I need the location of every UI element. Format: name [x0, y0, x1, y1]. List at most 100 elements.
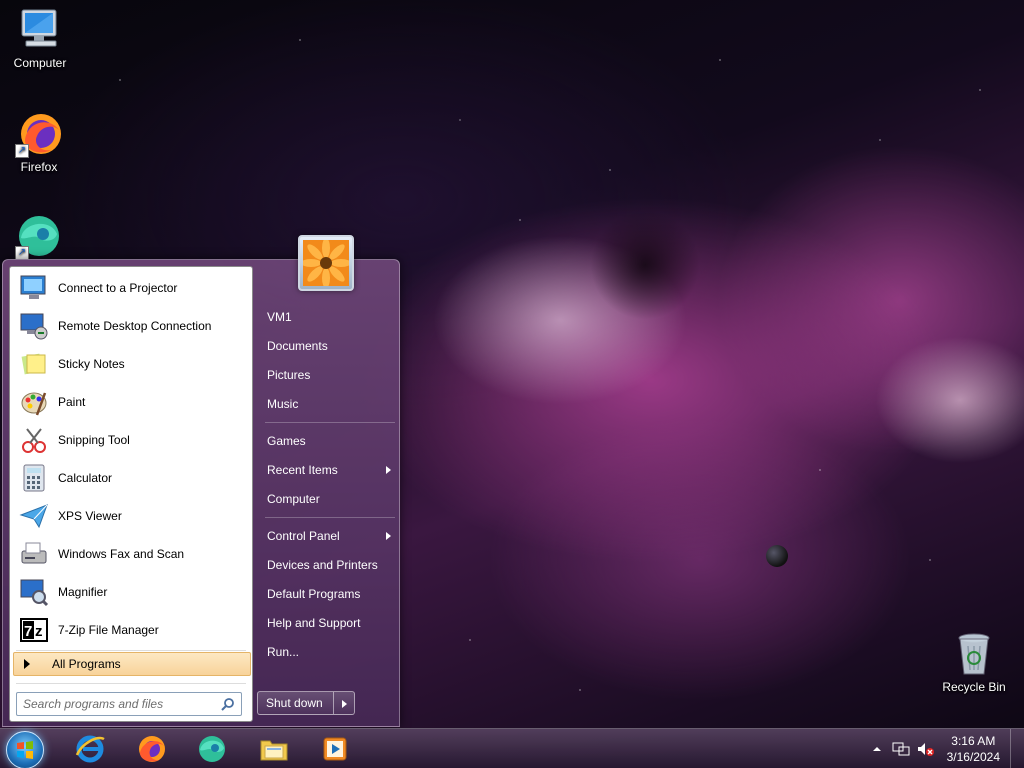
- places-item-label: Run...: [267, 645, 300, 659]
- show-hidden-icons-button[interactable]: [867, 739, 887, 759]
- desktop-icon-firefox[interactable]: ↗ Firefox: [1, 110, 77, 174]
- start-button[interactable]: [6, 731, 44, 768]
- desktop-icon-recycle-bin[interactable]: Recycle Bin: [936, 630, 1012, 694]
- places-item-user[interactable]: VM1: [261, 305, 395, 329]
- system-tray: 3:16 AM 3/16/2024: [867, 729, 1024, 768]
- program-label: Sticky Notes: [58, 357, 125, 371]
- program-magnifier[interactable]: Magnifier: [12, 574, 250, 610]
- places-item-label: Pictures: [267, 368, 311, 382]
- program-label: Paint: [58, 395, 86, 409]
- desktop-icon-label: Firefox: [20, 160, 58, 174]
- taskbar-file-explorer[interactable]: [256, 731, 292, 767]
- program-paint[interactable]: Paint: [12, 384, 250, 420]
- shutdown-options-button[interactable]: [334, 692, 354, 714]
- calculator-icon: [18, 462, 50, 494]
- divider: [265, 517, 395, 518]
- taskbar: 3:16 AM 3/16/2024: [0, 728, 1024, 768]
- program-calculator[interactable]: Calculator: [12, 460, 250, 496]
- program-label: Connect to a Projector: [58, 281, 178, 295]
- paint-icon: [18, 386, 50, 418]
- divider: [16, 683, 246, 684]
- desktop-icon-label: Computer: [13, 56, 67, 70]
- taskbar-media-player[interactable]: [317, 731, 353, 767]
- program-label: Snipping Tool: [58, 433, 130, 447]
- desktop-icon-label: Recycle Bin: [942, 680, 1006, 694]
- places-item-computer[interactable]: Computer: [261, 487, 395, 511]
- program-xps-viewer[interactable]: XPS Viewer: [12, 498, 250, 534]
- shutdown-button[interactable]: Shut down: [258, 692, 334, 714]
- places-item-label: Recent Items: [267, 463, 338, 477]
- program-connect-to-projector[interactable]: Connect to a Projector: [12, 270, 250, 306]
- program-label: XPS Viewer: [58, 509, 122, 523]
- search-input[interactable]: [23, 697, 213, 711]
- volume-muted-icon: [917, 743, 934, 756]
- computer-icon: [16, 6, 64, 54]
- places-item-documents[interactable]: Documents: [261, 334, 395, 358]
- program-remote-desktop[interactable]: Remote Desktop Connection: [12, 308, 250, 344]
- taskbar-firefox[interactable]: [133, 731, 169, 767]
- places-item-help-support[interactable]: Help and Support: [261, 611, 395, 635]
- shutdown-label: Shut down: [266, 696, 323, 710]
- start-search-box[interactable]: [16, 692, 242, 716]
- windows-logo-icon: [17, 741, 33, 759]
- desktop-icon-computer[interactable]: Computer: [2, 6, 78, 70]
- places-item-label: Games: [267, 434, 306, 448]
- desktop-icon-edge[interactable]: ↗: [1, 212, 77, 262]
- volume-tray-button[interactable]: [915, 739, 935, 759]
- 7zip-icon: 7z: [18, 614, 50, 646]
- svg-text:7: 7: [24, 623, 32, 640]
- program-label: Remote Desktop Connection: [58, 319, 212, 333]
- edge-icon: [199, 736, 225, 762]
- media-player-icon: [323, 737, 347, 761]
- program-fax-and-scan[interactable]: Windows Fax and Scan: [12, 536, 250, 572]
- fax-scan-icon: [18, 538, 50, 570]
- firefox-icon: [139, 736, 165, 762]
- svg-text:z: z: [35, 623, 43, 640]
- file-explorer-icon: [260, 740, 288, 761]
- places-item-run[interactable]: Run...: [261, 640, 395, 664]
- program-label: 7-Zip File Manager: [58, 623, 159, 637]
- wallpaper-nebula-dark: [590, 210, 700, 320]
- program-label: Magnifier: [58, 585, 108, 599]
- triangle-right-icon: [24, 659, 30, 669]
- places-item-label: Documents: [267, 339, 328, 353]
- shutdown-button-group: Shut down: [257, 691, 355, 715]
- snipping-tool-icon: [18, 424, 50, 456]
- all-programs-button[interactable]: All Programs: [13, 652, 251, 676]
- program-7zip[interactable]: 7z 7-Zip File Manager: [12, 612, 250, 648]
- places-item-control-panel[interactable]: Control Panel: [261, 524, 395, 548]
- remote-desktop-icon: [18, 310, 50, 342]
- program-label: Windows Fax and Scan: [58, 547, 185, 561]
- places-item-label: VM1: [267, 310, 292, 324]
- taskbar-internet-explorer[interactable]: [72, 731, 108, 767]
- places-item-default-programs[interactable]: Default Programs: [261, 582, 395, 606]
- recycle-bin-icon: [950, 630, 998, 678]
- firefox-icon: ↗: [15, 110, 63, 158]
- edge-icon: ↗: [15, 212, 63, 260]
- start-menu-places-pane: VM1 Documents Pictures Music Games Recen…: [257, 260, 399, 726]
- magnifier-icon: [18, 576, 50, 608]
- places-item-music[interactable]: Music: [261, 392, 395, 416]
- taskbar-clock[interactable]: 3:16 AM 3/16/2024: [947, 733, 1000, 765]
- start-menu-programs-pane: Connect to a Projector Remote Desktop Co…: [9, 266, 253, 722]
- flower-picture-icon: [301, 238, 351, 288]
- places-item-recent-items[interactable]: Recent Items: [261, 458, 395, 482]
- network-tray-button[interactable]: [891, 739, 911, 759]
- places-item-pictures[interactable]: Pictures: [261, 363, 395, 387]
- user-avatar[interactable]: [298, 235, 354, 291]
- search-icon[interactable]: [221, 697, 235, 714]
- projector-icon: [18, 272, 50, 304]
- program-snipping-tool[interactable]: Snipping Tool: [12, 422, 250, 458]
- places-item-label: Default Programs: [267, 587, 361, 601]
- divider: [265, 422, 395, 423]
- submenu-arrow-icon: [386, 466, 391, 474]
- program-sticky-notes[interactable]: Sticky Notes: [12, 346, 250, 382]
- places-item-devices-printers[interactable]: Devices and Printers: [261, 553, 395, 577]
- chevron-up-icon: [872, 747, 881, 751]
- all-programs-label: All Programs: [52, 657, 121, 671]
- show-desktop-button[interactable]: [1010, 729, 1024, 768]
- places-item-games[interactable]: Games: [261, 429, 395, 453]
- taskbar-edge[interactable]: [194, 731, 230, 767]
- places-item-label: Help and Support: [267, 616, 361, 630]
- sticky-notes-icon: [18, 348, 50, 380]
